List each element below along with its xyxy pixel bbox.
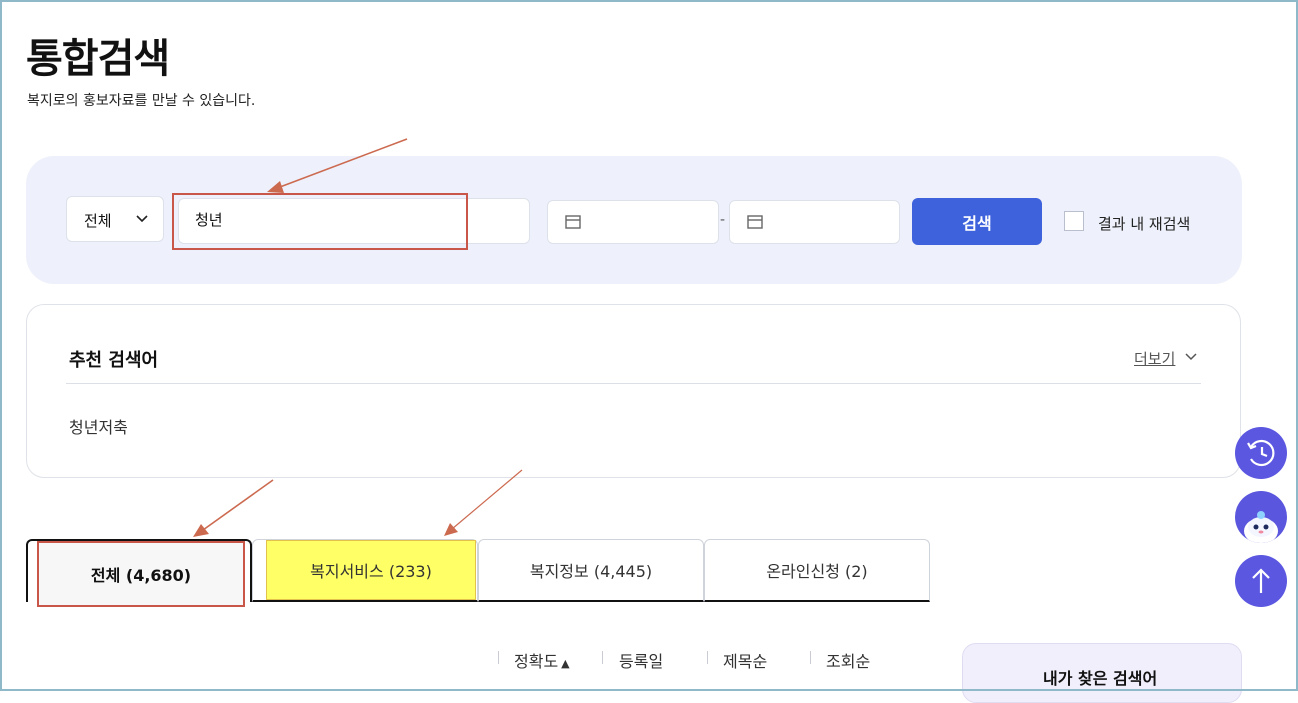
sort-separator — [707, 651, 708, 664]
sort-separator — [602, 651, 603, 664]
annotation-arrow — [193, 479, 274, 537]
page-title: 통합검색 — [26, 36, 170, 82]
recommend-keyword-item[interactable]: 청년저축 — [69, 414, 128, 438]
tab-online-apply[interactable]: 온라인신청 (2) — [704, 539, 930, 602]
search-button[interactable]: 검색 — [912, 198, 1042, 245]
category-select-value: 전체 — [84, 212, 112, 230]
recommend-card — [26, 304, 1241, 478]
sort-views[interactable]: 조회순 — [826, 648, 870, 672]
sort-title[interactable]: 제목순 — [723, 648, 767, 672]
research-checkbox[interactable] — [1064, 211, 1084, 231]
recommend-divider — [66, 383, 1201, 384]
research-label: 결과 내 재검색 — [1098, 215, 1191, 233]
calendar-icon — [747, 215, 763, 229]
scroll-top-button[interactable] — [1235, 555, 1287, 607]
date-to-field[interactable] — [729, 200, 900, 244]
history-icon — [1247, 439, 1275, 467]
more-link[interactable]: 더보기 — [1134, 348, 1175, 369]
sort-separator — [498, 651, 499, 664]
history-button[interactable] — [1235, 427, 1287, 479]
sort-separator — [810, 651, 811, 664]
chatbot-button[interactable] — [1235, 491, 1287, 543]
page-subtitle: 복지로의 홍보자료를 만날 수 있습니다. — [27, 93, 256, 109]
arrow-up-icon — [1252, 568, 1270, 593]
category-select[interactable]: 전체 — [66, 196, 164, 242]
sort-date[interactable]: 등록일 — [619, 648, 663, 672]
sort-accuracy[interactable]: 정확도 ▲ — [514, 648, 570, 672]
recommend-title: 추천 검색어 — [69, 350, 159, 371]
keyword-annotation-box — [172, 193, 468, 250]
date-from-field[interactable] — [547, 200, 719, 244]
search-history-title: 내가 찾은 검색어 — [1043, 669, 1158, 688]
tab-welfare-service[interactable]: 복지서비스 (233) — [266, 540, 476, 600]
calendar-icon — [565, 215, 581, 229]
chatbot-icon — [1244, 511, 1278, 543]
chevron-down-icon[interactable] — [1184, 351, 1198, 363]
annotation-arrow — [444, 469, 523, 536]
date-separator: - — [720, 212, 726, 228]
tab-welfare-info[interactable]: 복지정보 (4,445) — [478, 539, 704, 602]
sort-accuracy-label: 정확도 — [514, 652, 559, 671]
chevron-down-icon — [136, 215, 148, 223]
tab-all-label[interactable]: 전체 (4,680) — [37, 541, 245, 607]
sort-up-icon: ▲ — [561, 657, 570, 670]
